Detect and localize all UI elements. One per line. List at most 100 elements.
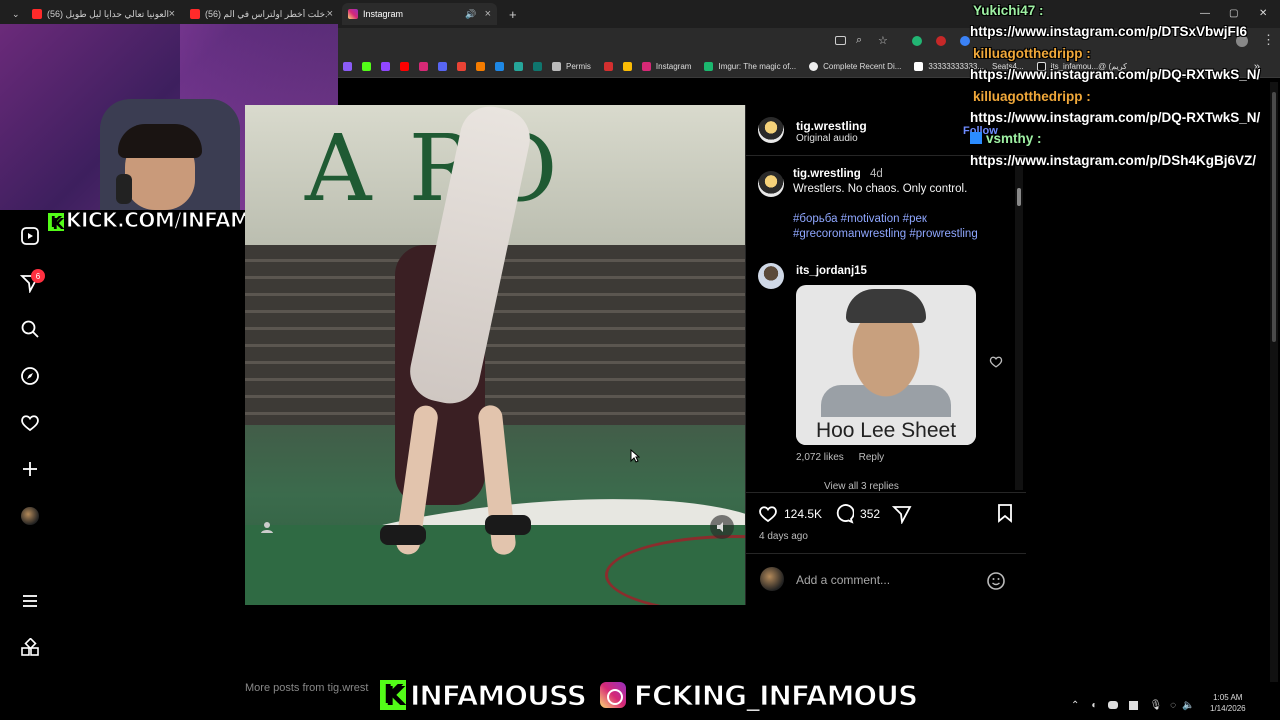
- comment-button[interactable]: 352: [834, 504, 880, 524]
- instagram-icon: [348, 9, 358, 19]
- author-avatar[interactable]: [758, 117, 784, 143]
- search-icon[interactable]: [19, 318, 41, 340]
- wrestling-shoe: [485, 515, 531, 535]
- bookmark-instagram[interactable]: Instagram: [637, 62, 691, 71]
- commenter-username[interactable]: its_jordanj15: [796, 265, 867, 277]
- mouse-cursor-icon: [630, 449, 640, 463]
- extension-icon[interactable]: [912, 36, 922, 46]
- author-username[interactable]: tig.wrestling: [796, 119, 867, 133]
- tab-label: (56) العونيا تعالي حدايا ليل طويل: [47, 8, 169, 19]
- heart-icon[interactable]: [19, 412, 41, 434]
- bookmark-icon[interactable]: [514, 62, 523, 71]
- taskbar-clock[interactable]: 1:05 AM 1/14/2026: [1210, 692, 1246, 714]
- apps-icon[interactable]: [19, 637, 41, 659]
- chat-message: https://www.instagram.com/p/DQ-RXTwkS_N/: [970, 67, 1261, 83]
- emoji-icon[interactable]: [986, 571, 1006, 591]
- instagram-logo-icon: [597, 680, 628, 710]
- bookmark-permis[interactable]: Permis: [547, 62, 591, 71]
- notification-badge: 6: [31, 269, 45, 283]
- clock-time: 1:05 AM: [1213, 693, 1243, 702]
- bookmark-icon[interactable]: [343, 62, 352, 71]
- gmail-icon[interactable]: [457, 62, 466, 71]
- chat-badge-icon: [970, 132, 982, 145]
- mic-icon[interactable]: 🎙: [1149, 700, 1162, 711]
- reel-video[interactable]: A RO: [245, 105, 745, 605]
- caption-hashtags[interactable]: #борьба #motivation #рек #grecoromanwres…: [793, 212, 1014, 242]
- tagged-user-icon[interactable]: [255, 515, 279, 539]
- hamburger-menu-icon[interactable]: [19, 590, 41, 612]
- wifi-icon[interactable]: ◌: [1170, 700, 1176, 711]
- kick-icon[interactable]: [362, 62, 371, 71]
- install-app-icon[interactable]: [835, 36, 846, 45]
- github-icon: [809, 62, 819, 71]
- comment-likes: 2,072 likes Reply: [796, 452, 884, 463]
- bookmark-icon[interactable]: [495, 62, 504, 71]
- scrollbar-thumb[interactable]: [1017, 188, 1021, 206]
- youtube-icon: [32, 9, 42, 19]
- close-tab-icon[interactable]: ×: [485, 8, 491, 20]
- bookmark-github[interactable]: Complete Recent Di...: [804, 62, 901, 71]
- mute-icon[interactable]: [710, 515, 734, 539]
- screen: ⌄ (56) العونيا تعالي حدايا ليل طويل × (5…: [0, 0, 1280, 720]
- instagram-icon: [641, 62, 651, 71]
- comment-likes-count: 2,072 likes: [796, 452, 844, 463]
- commenter-avatar[interactable]: [758, 263, 784, 289]
- heart-icon: [759, 506, 777, 523]
- reply-button[interactable]: Reply: [859, 452, 885, 463]
- share-button[interactable]: [892, 504, 912, 524]
- profile-avatar[interactable]: [19, 505, 41, 527]
- discord-tray-icon[interactable]: [1108, 701, 1119, 709]
- divider: [746, 492, 1026, 493]
- zoom-icon[interactable]: ⌕: [856, 34, 862, 47]
- volume-icon[interactable]: 🔈: [1182, 700, 1194, 711]
- caption-username[interactable]: tig.wrestling: [793, 168, 861, 180]
- streamer-hair: [118, 124, 202, 158]
- tab-instagram[interactable]: Instagram 🔊 ×: [342, 3, 497, 25]
- kick-logo-icon: K: [380, 680, 406, 710]
- current-user-avatar: [760, 567, 784, 591]
- add-comment-input[interactable]: Add a comment...: [796, 573, 890, 587]
- new-tab-button[interactable]: +: [503, 3, 523, 25]
- bookmark-icon[interactable]: [476, 62, 485, 71]
- page-scrollbar[interactable]: [1270, 82, 1278, 682]
- save-button[interactable]: [996, 503, 1014, 526]
- extension-icon[interactable]: [936, 36, 946, 46]
- chart-icon[interactable]: [622, 62, 632, 71]
- speaker-icon[interactable]: 🔊: [465, 9, 476, 20]
- like-button[interactable]: 124.5K: [758, 504, 822, 524]
- caption-avatar[interactable]: [758, 171, 784, 197]
- view-replies-button[interactable]: View all 3 replies: [824, 481, 899, 492]
- reels-icon[interactable]: [19, 225, 41, 247]
- network-app-icon[interactable]: ◐: [1091, 700, 1097, 711]
- post-caption: tig.wrestling 4d Wrestlers. No chaos. On…: [758, 167, 1014, 242]
- close-tab-icon[interactable]: ×: [327, 8, 333, 20]
- comment-like-heart-icon[interactable]: [989, 355, 1003, 369]
- caption-text: Wrestlers. No chaos. Only control.: [793, 183, 968, 195]
- original-audio-link[interactable]: Original audio: [796, 133, 867, 144]
- chevron-up-icon[interactable]: ⌃: [1071, 700, 1079, 711]
- explore-icon[interactable]: [19, 365, 41, 387]
- bookmark-imgur[interactable]: Imgur: The magic of...: [699, 62, 796, 71]
- tab-youtube-1[interactable]: (56) العونيا تعالي حدايا ليل طويل ×: [26, 3, 181, 25]
- comments-scrollbar[interactable]: [1015, 160, 1023, 490]
- bookmark-icon[interactable]: [533, 62, 542, 71]
- bookmark-label: Imgur: The magic of...: [718, 62, 797, 71]
- bookmark-icon[interactable]: [603, 62, 613, 71]
- bookmark-star-icon[interactable]: ☆: [878, 34, 888, 47]
- discord-icon[interactable]: [438, 62, 447, 71]
- extension-icon[interactable]: [960, 36, 970, 46]
- close-tab-icon[interactable]: ×: [169, 8, 175, 20]
- tab-list-button[interactable]: ⌄: [6, 3, 22, 25]
- twitch-icon[interactable]: [381, 62, 390, 71]
- instagram-icon[interactable]: [419, 62, 428, 71]
- youtube-icon: [190, 9, 200, 19]
- create-icon[interactable]: [19, 458, 41, 480]
- divider: [746, 553, 1026, 554]
- system-tray: ⌃ ◐ 🎙 ◌ 🔈: [1065, 690, 1280, 720]
- imgur-icon: [704, 62, 714, 71]
- chat-username-row: vsmthy :: [970, 128, 1280, 149]
- tab-youtube-2[interactable]: (56) دخلت أخطر اولتراس في الم ×: [184, 3, 339, 25]
- youtube-icon[interactable]: [400, 62, 409, 71]
- comment-meme-image: Hoo Lee Sheet: [796, 285, 976, 445]
- app-tray-icon[interactable]: [1129, 700, 1139, 710]
